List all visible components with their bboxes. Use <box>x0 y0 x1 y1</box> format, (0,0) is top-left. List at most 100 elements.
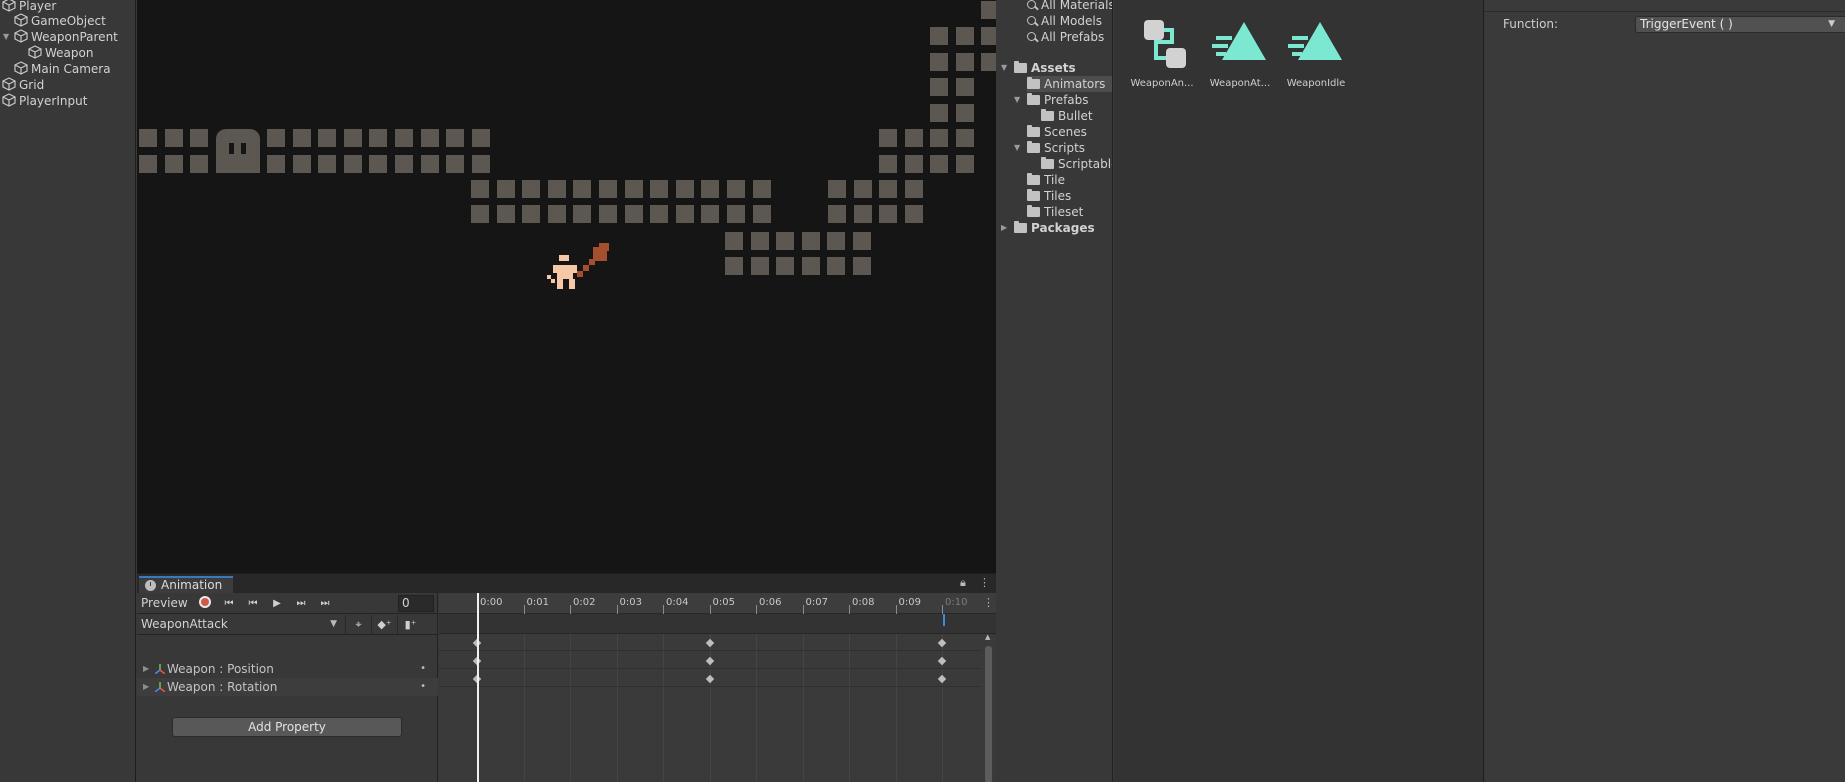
playhead[interactable] <box>477 593 479 782</box>
hierarchy-item-playerinput[interactable]: PlayerInput <box>2 93 87 109</box>
folder-icon <box>1014 61 1027 73</box>
hierarchy-item-label: WeaponParent <box>31 30 118 44</box>
folder-bullet[interactable]: Bullet <box>1041 108 1093 124</box>
expand-arrow-icon[interactable]: ▼ <box>1014 140 1020 156</box>
scene-view[interactable] <box>137 0 996 574</box>
clip-dropdown[interactable]: WeaponAttack ▼ <box>139 616 341 633</box>
folder-tiles[interactable]: Tiles <box>1027 188 1071 204</box>
tile <box>164 155 183 173</box>
filter-keys-button[interactable]: ⌖ <box>345 615 371 634</box>
hierarchy-item-weaponparent[interactable]: ▼ WeaponParent <box>3 29 118 45</box>
play-button[interactable]: ▶ <box>267 595 287 612</box>
expand-arrow-icon[interactable]: ▼ <box>3 29 9 45</box>
tile <box>801 257 820 275</box>
expand-arrow-icon[interactable]: ▼ <box>1014 92 1020 108</box>
scrollbar-thumb[interactable] <box>985 646 992 782</box>
hierarchy-item-player[interactable]: Player <box>2 0 56 14</box>
tile <box>981 53 996 71</box>
tile <box>879 155 897 173</box>
folder-label: Scriptable <box>1058 157 1113 171</box>
tile <box>930 78 948 96</box>
add-keyframe-button[interactable]: ◆⁺ <box>371 615 397 634</box>
tile <box>904 129 923 147</box>
expand-arrow-icon[interactable]: ▼ <box>1001 60 1007 76</box>
animation-timeline[interactable]: 0:00 0:01 0:02 0:03 0:04 0:05 0:06 0:07 0:08 0:09… <box>439 593 996 782</box>
folder-scripts[interactable]: ▼ Scripts <box>1014 140 1085 156</box>
ruler-tick-label: 0:09 <box>898 597 921 608</box>
asset-weapon-idle[interactable]: WeaponIdle <box>1280 20 1352 92</box>
next-key-button[interactable]: ⏭ <box>291 595 311 612</box>
player-sprite[interactable] <box>547 243 627 299</box>
tile <box>624 180 643 198</box>
folder-animators[interactable]: Animators <box>1027 76 1112 92</box>
hierarchy-item-main-camera[interactable]: Main Camera <box>14 61 111 77</box>
folder-tileset[interactable]: Tileset <box>1027 204 1083 220</box>
function-dropdown[interactable]: TriggerEvent ( ) ▼ <box>1635 16 1845 33</box>
lock-icon[interactable]: 🔒︎ <box>960 576 966 590</box>
ruler-tick-label: 0:02 <box>573 597 596 608</box>
search-all-materials[interactable]: All Materials <box>1027 0 1112 13</box>
ruler-tick <box>570 605 571 614</box>
first-key-button[interactable]: ⏮ <box>219 595 239 612</box>
frame-input[interactable]: 0 <box>398 595 434 612</box>
skip-end-icon: ⏭ <box>320 598 330 609</box>
tile <box>675 205 694 223</box>
add-property-button[interactable]: Add Property <box>172 717 402 737</box>
ruler-tick <box>849 605 850 614</box>
folder-scenes[interactable]: Scenes <box>1027 124 1087 140</box>
search-icon <box>1027 0 1036 9</box>
scroll-up-icon[interactable]: ▲ <box>985 633 990 641</box>
enemy-sprite[interactable] <box>216 129 260 173</box>
last-key-button[interactable]: ⏭ <box>315 595 335 612</box>
search-icon <box>1027 16 1036 25</box>
tile <box>650 180 669 198</box>
folder-packages[interactable]: ▶ Packages <box>1001 220 1095 236</box>
tile <box>343 155 362 173</box>
folder-label: Prefabs <box>1044 93 1089 107</box>
animation-properties-pane: Preview ⏮ ⏮ ▶ ⏭ ⏭ 0 WeaponAttack ▼ ⌖ ◆⁺ … <box>137 593 438 782</box>
tab-animation[interactable]: Animation <box>139 576 233 593</box>
tile <box>318 155 337 173</box>
expand-arrow-icon[interactable]: ▶ <box>143 678 149 696</box>
tile <box>955 78 974 96</box>
folder-scriptable[interactable]: Scriptable <box>1041 156 1113 172</box>
folder-prefabs[interactable]: ▼ Prefabs <box>1014 92 1089 108</box>
tile <box>267 129 285 147</box>
expand-arrow-icon[interactable]: ▶ <box>1001 220 1007 236</box>
folder-label: Packages <box>1031 221 1095 235</box>
timeline-menu-icon[interactable]: ⋮ <box>983 596 994 609</box>
folder-tile[interactable]: Tile <box>1027 172 1065 188</box>
inspector-panel: Function: TriggerEvent ( ) ▼ <box>1485 0 1845 782</box>
hierarchy-item-grid[interactable]: Grid <box>2 77 44 93</box>
record-button[interactable] <box>195 595 215 612</box>
folder-icon <box>1027 93 1040 105</box>
prev-key-button[interactable]: ⏮ <box>243 595 263 612</box>
expand-arrow-icon[interactable]: ▶ <box>143 660 149 678</box>
folder-assets[interactable]: ▼ Assets <box>1001 60 1076 76</box>
hierarchy-item-weapon[interactable]: Weapon <box>28 45 93 61</box>
timeline-scrollbar[interactable]: ▲ <box>984 633 993 782</box>
search-all-models[interactable]: All Models <box>1027 13 1102 29</box>
tile <box>420 155 439 173</box>
timeline-ruler[interactable]: 0:00 0:01 0:02 0:03 0:04 0:05 0:06 0:07 0:08 0:09… <box>439 593 996 614</box>
playback-toolbar: Preview ⏮ ⏮ ▶ ⏭ ⏭ 0 <box>137 593 438 614</box>
property-row-rotation[interactable]: ▶ Weapon : Rotation • <box>137 678 438 696</box>
asset-weapon-animator[interactable]: WeaponAn... <box>1126 20 1198 92</box>
search-all-prefabs[interactable]: All Prefabs <box>1027 29 1104 45</box>
property-options-icon[interactable]: • <box>420 678 426 696</box>
clip-end-marker[interactable] <box>943 614 945 626</box>
folder-icon <box>1041 109 1054 121</box>
animation-tab-bar: Animation 🔒︎ ⋮ <box>137 574 996 593</box>
event-lane[interactable] <box>439 614 996 634</box>
add-event-button[interactable]: ▮⁺ <box>397 615 423 634</box>
hierarchy-item-gameobject[interactable]: GameObject <box>14 13 106 29</box>
property-row-position[interactable]: ▶ Weapon : Position • <box>137 660 438 678</box>
tile <box>930 27 948 45</box>
preview-button[interactable]: Preview <box>139 595 193 612</box>
asset-weapon-attack[interactable]: WeaponAt... <box>1204 20 1276 92</box>
window-menu-icon[interactable]: ⋮ <box>979 576 990 589</box>
tile <box>471 205 489 223</box>
property-options-icon[interactable]: • <box>420 660 426 678</box>
ruler-tick <box>663 605 664 614</box>
tile <box>471 129 490 147</box>
